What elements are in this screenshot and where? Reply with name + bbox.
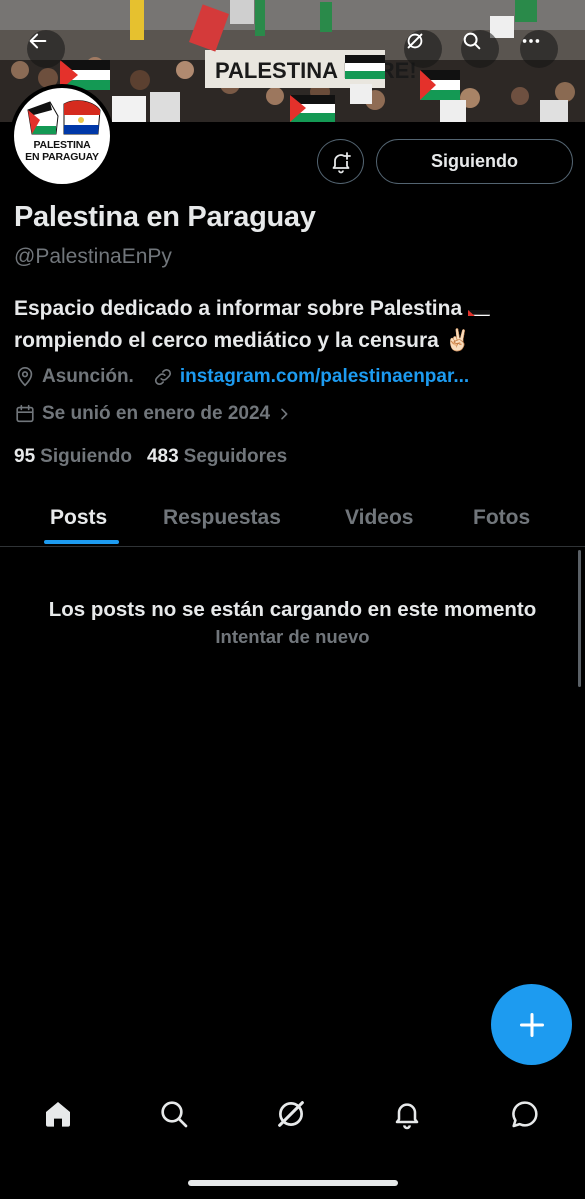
profile-location: Asunción. (42, 366, 134, 387)
profile-name: Palestina en Paraguay (14, 201, 316, 233)
messages-icon (512, 1101, 538, 1128)
banner-text: PALESTINA LIBRE! (215, 58, 417, 83)
tab-replies[interactable]: Respuestas (163, 490, 281, 546)
arrow-left-icon (29, 33, 47, 49)
profile-avatar[interactable]: PALESTINA EN PARAGUAY (10, 84, 114, 188)
profile-joined: Se unió en enero de 2024 (42, 403, 271, 424)
profile-meta-row: Asunción. instagram.com/palestinaenpar..… (14, 366, 469, 388)
tab-videos[interactable]: Videos (345, 490, 413, 546)
home-icon (46, 1102, 70, 1127)
active-tab-indicator (44, 540, 119, 544)
nav-home[interactable] (38, 1094, 78, 1134)
profile-website-link[interactable]: instagram.com/palestinaenpar... (180, 366, 469, 388)
notifications-icon (395, 1103, 419, 1130)
avatar-text-line2: EN PARAGUAY (25, 151, 99, 163)
profile-stats: 95 Siguiendo 483 Seguidores (14, 446, 287, 468)
profile-tabs: Posts Respuestas Videos Fotos (0, 490, 585, 547)
nav-search[interactable] (154, 1094, 194, 1134)
search-icon (161, 1101, 188, 1128)
search-icon (463, 32, 481, 50)
home-indicator[interactable] (188, 1180, 398, 1186)
joined-date-row[interactable]: Se unió en enero de 2024 (14, 403, 292, 425)
nav-messages[interactable] (505, 1094, 545, 1134)
chevron-right-icon (281, 408, 288, 420)
grok-icon (407, 33, 423, 49)
back-button[interactable] (27, 30, 65, 68)
more-icon (522, 39, 540, 43)
more-options-button[interactable] (520, 30, 558, 68)
retry-button[interactable]: Intentar de nuevo (0, 626, 585, 648)
followers-count: 483 (146, 446, 179, 467)
location-pin-icon (17, 367, 33, 387)
following-button[interactable]: Siguiendo (376, 139, 573, 184)
compose-post-button[interactable] (491, 984, 572, 1065)
bio-line1: Espacio dedicado a informar sobre Palest… (14, 297, 463, 320)
bio-line2: rompiendo el cerco mediático y la censur… (14, 329, 439, 352)
followers-label: Seguidores (183, 446, 288, 467)
search-button[interactable] (461, 30, 499, 68)
grok-icon (278, 1101, 304, 1127)
notifications-subscribe-button[interactable] (317, 139, 364, 184)
avatar-text-line1: PALESTINA (33, 139, 91, 151)
tab-photos[interactable]: Fotos (473, 490, 530, 546)
profile-handle: @PalestinaEnPy (14, 245, 172, 268)
tab-posts[interactable]: Posts (50, 490, 107, 546)
nav-notifications[interactable] (387, 1094, 427, 1134)
calendar-icon (16, 404, 34, 423)
grok-button[interactable] (404, 30, 442, 68)
profile-bio: Espacio dedicado a informar sobre Palest… (14, 293, 574, 357)
plus-icon (519, 1012, 544, 1037)
avatar-logo: PALESTINA EN PARAGUAY (14, 88, 110, 184)
following-stat[interactable]: 95 Siguiendo (14, 446, 132, 468)
link-icon (154, 368, 171, 386)
following-count: 95 (14, 446, 36, 467)
bell-plus-icon (332, 151, 351, 173)
following-label: Siguiendo (40, 446, 132, 467)
feed-error-message: Los posts no se están cargando en este m… (48, 598, 537, 621)
nav-grok[interactable] (271, 1094, 311, 1134)
followers-stat[interactable]: 483 Seguidores (147, 446, 287, 468)
map-logo-icon (27, 100, 101, 135)
victory-hand-icon: ✌🏻 (444, 329, 471, 352)
palestine-flag-icon (468, 302, 491, 316)
